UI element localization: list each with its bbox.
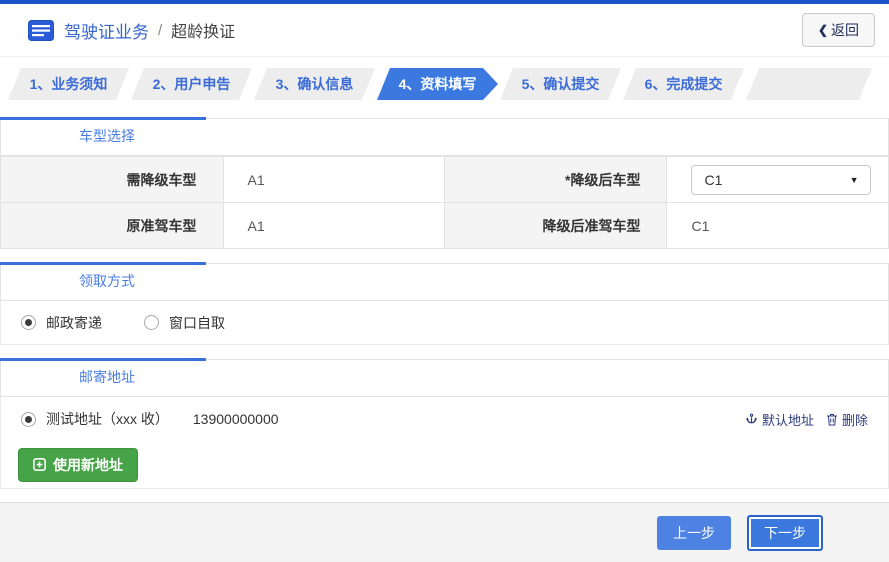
vehicle-section-title: 车型选择: [79, 128, 135, 144]
step-1-business-notice[interactable]: 1、业务须知: [8, 68, 129, 100]
footer-action-bar: 上一步 下一步: [0, 502, 889, 562]
downgrade-target-select[interactable]: C1 ▼: [691, 164, 872, 195]
step-3-confirm-info[interactable]: 3、确认信息: [254, 68, 375, 100]
back-button-label: 返回: [831, 22, 859, 38]
page-title: 驾驶证业务: [64, 22, 149, 42]
counter-pickup-label[interactable]: 窗口自取: [169, 313, 225, 333]
previous-step-button[interactable]: 上一步: [657, 516, 731, 550]
address-section-title: 邮寄地址: [79, 369, 135, 385]
breadcrumb-separator: /: [158, 21, 163, 39]
address-name: 测试地址（xxx 收）: [46, 411, 169, 427]
radio-address-selected[interactable]: [21, 411, 36, 427]
after-downgrade-class-value: C1: [666, 202, 889, 249]
pickup-section-header: 领取方式: [0, 262, 889, 301]
vehicle-type-section: 车型选择 需降级车型 A1 *降级后车型 C1 ▼ 原准驾车型 A1 降级后准驾…: [0, 117, 889, 249]
table-row: 原准驾车型 A1 降级后准驾车型 C1: [0, 202, 889, 249]
select-value: C1: [704, 171, 723, 188]
step-4-fill-info-active[interactable]: 4、资料填写: [377, 68, 498, 100]
plus-icon: [33, 458, 46, 471]
original-class-label: 原准驾车型: [0, 202, 224, 249]
table-row: 需降级车型 A1 *降级后车型 C1 ▼: [0, 156, 889, 203]
step-2-user-declaration[interactable]: 2、用户申告: [131, 68, 252, 100]
after-downgrade-class-label: 降级后准驾车型: [443, 202, 668, 249]
page-header: 驾驶证业务 / 超龄换证 ❮ 返回: [0, 4, 889, 57]
vehicle-type-table: 需降级车型 A1 *降级后车型 C1 ▼ 原准驾车型 A1 降级后准驾车型 C1: [0, 156, 889, 249]
default-address-label: 默认地址: [761, 412, 814, 428]
downgrade-source-value: A1: [222, 156, 445, 203]
address-list-item: 测试地址（xxx 收） 13900000000 默认地址 删除: [0, 397, 889, 441]
step-6-complete-submit[interactable]: 6、完成提交: [623, 68, 744, 100]
downgrade-target-cell: C1 ▼: [666, 156, 889, 203]
chevron-down-icon: ▼: [849, 174, 859, 185]
trash-icon: [826, 413, 837, 425]
pickup-options-row: 邮政寄递 窗口自取: [0, 301, 889, 345]
use-new-address-button[interactable]: 使用新地址: [18, 447, 138, 482]
pickup-section-title: 领取方式: [79, 273, 135, 289]
anchor-icon: [745, 413, 758, 424]
delete-address-link[interactable]: 删除: [826, 410, 868, 429]
address-section-header: 邮寄地址: [0, 358, 889, 397]
radio-counter-pickup[interactable]: [144, 315, 159, 330]
back-button[interactable]: ❮ 返回: [801, 13, 875, 47]
address-actions: 默认地址 删除: [745, 410, 868, 429]
next-step-button[interactable]: 下一步: [747, 515, 823, 551]
vehicle-section-header: 车型选择: [0, 117, 889, 156]
step-bar-filler: [746, 68, 872, 100]
downgrade-source-label: 需降级车型: [0, 156, 224, 203]
license-card-icon: [28, 19, 54, 41]
original-class-value: A1: [222, 202, 445, 249]
postal-delivery-label[interactable]: 邮政寄递: [46, 313, 102, 333]
chevron-left-icon: ❮: [817, 23, 828, 37]
new-address-row: 使用新地址: [0, 441, 889, 489]
breadcrumb-current: 超龄换证: [171, 24, 236, 41]
pickup-method-section: 领取方式 邮政寄递 窗口自取: [0, 262, 889, 345]
step-5-confirm-submit[interactable]: 5、确认提交: [500, 68, 621, 100]
address-phone: 13900000000: [192, 411, 279, 427]
radio-postal-delivery[interactable]: [21, 315, 36, 330]
default-address-link[interactable]: 默认地址: [745, 410, 814, 429]
step-wizard: 1、业务须知 2、用户申告 3、确认信息 4、资料填写 5、确认提交 6、完成提…: [8, 68, 872, 100]
mailing-address-section: 邮寄地址 测试地址（xxx 收） 13900000000 默认地址 删除 使用新…: [0, 358, 889, 489]
use-new-address-label: 使用新地址: [53, 456, 123, 473]
delete-address-label: 删除: [841, 412, 868, 428]
downgrade-target-label: *降级后车型: [443, 156, 668, 203]
